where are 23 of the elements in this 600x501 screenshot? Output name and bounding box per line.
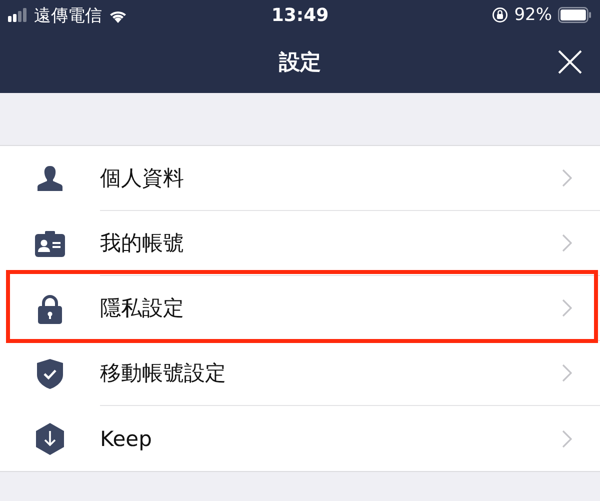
- chevron-icon: [562, 364, 572, 382]
- battery-percent: 92%: [514, 5, 552, 25]
- status-time: 13:49: [271, 4, 329, 26]
- settings-item[interactable]: 個人資料: [0, 146, 600, 211]
- rotation-lock-icon: [492, 7, 508, 23]
- shield-check-icon: [37, 358, 63, 388]
- carrier-name: 遠傳電信: [34, 4, 102, 26]
- id-card-icon: [35, 230, 65, 256]
- chevron-icon: [562, 299, 572, 317]
- person-icon: [35, 164, 65, 194]
- settings-item[interactable]: 移動帳號設定: [0, 341, 600, 406]
- chevron-icon: [562, 234, 572, 252]
- chevron-icon: [562, 430, 572, 448]
- settings-item[interactable]: 隱私設定: [0, 276, 600, 341]
- close-icon[interactable]: [558, 50, 582, 74]
- signal-icon: [8, 8, 28, 22]
- settings-item[interactable]: 我的帳號: [0, 211, 600, 276]
- battery-icon: [558, 7, 592, 23]
- screen-title: 設定: [279, 48, 321, 76]
- settings-item[interactable]: Keep: [0, 406, 600, 471]
- chevron-icon: [562, 169, 572, 187]
- lock-icon: [37, 294, 63, 324]
- down-arrow-hexagon-icon: [35, 422, 65, 454]
